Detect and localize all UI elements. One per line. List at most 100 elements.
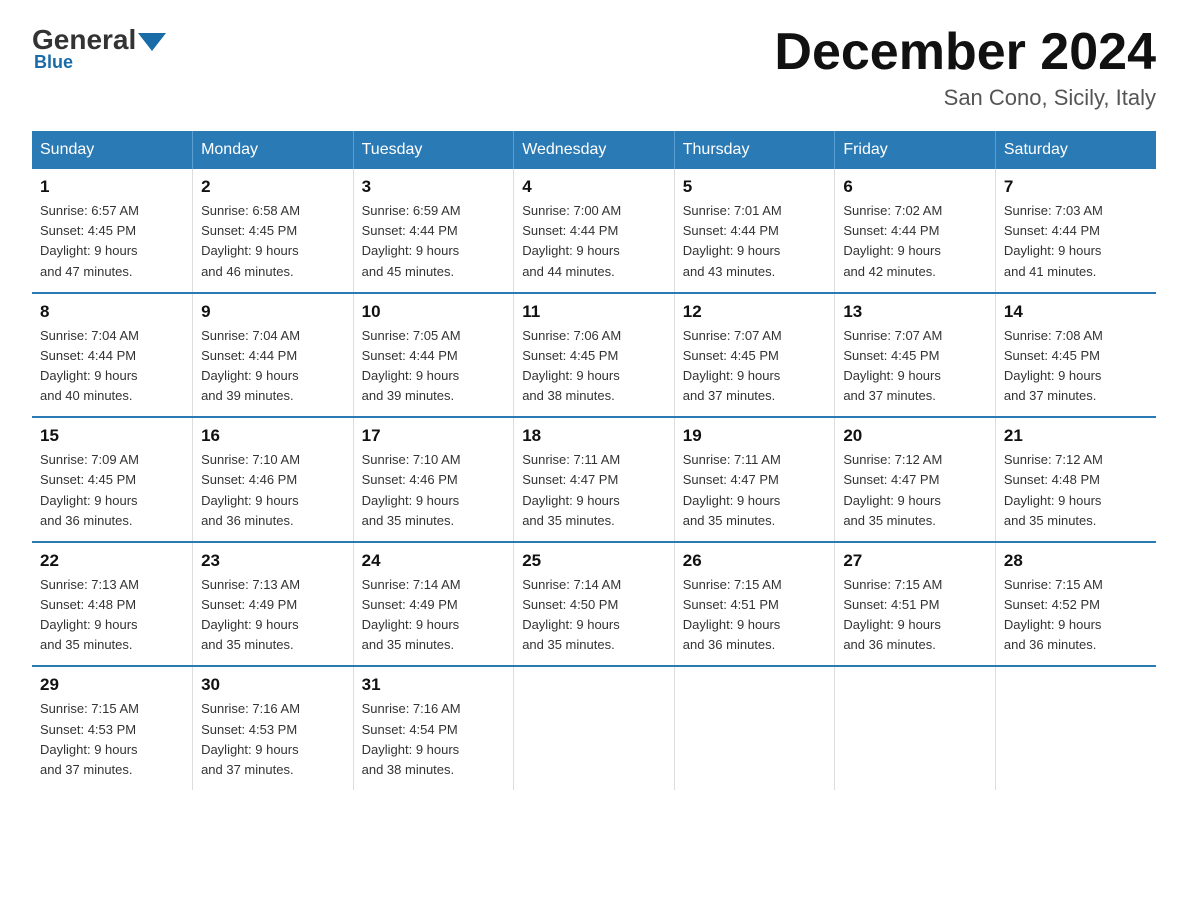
calendar-cell: 6 Sunrise: 7:02 AM Sunset: 4:44 PM Dayli…	[835, 169, 996, 293]
day-number: 22	[40, 551, 184, 571]
calendar-cell: 26 Sunrise: 7:15 AM Sunset: 4:51 PM Dayl…	[674, 542, 835, 667]
day-info: Sunrise: 7:16 AM Sunset: 4:54 PM Dayligh…	[362, 699, 506, 780]
day-number: 10	[362, 302, 506, 322]
calendar-cell: 11 Sunrise: 7:06 AM Sunset: 4:45 PM Dayl…	[514, 293, 675, 418]
day-number: 15	[40, 426, 184, 446]
day-number: 20	[843, 426, 987, 446]
calendar-cell: 21 Sunrise: 7:12 AM Sunset: 4:48 PM Dayl…	[995, 417, 1156, 542]
day-info: Sunrise: 7:08 AM Sunset: 4:45 PM Dayligh…	[1004, 326, 1148, 407]
weekday-header-sunday: Sunday	[32, 131, 193, 169]
day-number: 25	[522, 551, 666, 571]
day-number: 31	[362, 675, 506, 695]
weekday-header-wednesday: Wednesday	[514, 131, 675, 169]
day-number: 7	[1004, 177, 1148, 197]
day-number: 19	[683, 426, 827, 446]
calendar-cell: 16 Sunrise: 7:10 AM Sunset: 4:46 PM Dayl…	[193, 417, 354, 542]
day-info: Sunrise: 7:04 AM Sunset: 4:44 PM Dayligh…	[40, 326, 184, 407]
calendar-cell: 2 Sunrise: 6:58 AM Sunset: 4:45 PM Dayli…	[193, 169, 354, 293]
title-section: December 2024 San Cono, Sicily, Italy	[774, 24, 1156, 111]
day-info: Sunrise: 7:15 AM Sunset: 4:51 PM Dayligh…	[843, 575, 987, 656]
day-number: 12	[683, 302, 827, 322]
calendar-cell: 13 Sunrise: 7:07 AM Sunset: 4:45 PM Dayl…	[835, 293, 996, 418]
day-info: Sunrise: 6:59 AM Sunset: 4:44 PM Dayligh…	[362, 201, 506, 282]
day-number: 16	[201, 426, 345, 446]
calendar-cell: 31 Sunrise: 7:16 AM Sunset: 4:54 PM Dayl…	[353, 666, 514, 790]
calendar-cell: 1 Sunrise: 6:57 AM Sunset: 4:45 PM Dayli…	[32, 169, 193, 293]
day-number: 8	[40, 302, 184, 322]
day-number: 11	[522, 302, 666, 322]
calendar-body: 1 Sunrise: 6:57 AM Sunset: 4:45 PM Dayli…	[32, 169, 1156, 790]
day-number: 9	[201, 302, 345, 322]
day-info: Sunrise: 7:11 AM Sunset: 4:47 PM Dayligh…	[683, 450, 827, 531]
day-number: 2	[201, 177, 345, 197]
weekday-header-saturday: Saturday	[995, 131, 1156, 169]
calendar-cell: 5 Sunrise: 7:01 AM Sunset: 4:44 PM Dayli…	[674, 169, 835, 293]
calendar-week-row: 29 Sunrise: 7:15 AM Sunset: 4:53 PM Dayl…	[32, 666, 1156, 790]
calendar-week-row: 8 Sunrise: 7:04 AM Sunset: 4:44 PM Dayli…	[32, 293, 1156, 418]
day-number: 5	[683, 177, 827, 197]
day-info: Sunrise: 7:07 AM Sunset: 4:45 PM Dayligh…	[683, 326, 827, 407]
day-info: Sunrise: 7:06 AM Sunset: 4:45 PM Dayligh…	[522, 326, 666, 407]
calendar-cell: 25 Sunrise: 7:14 AM Sunset: 4:50 PM Dayl…	[514, 542, 675, 667]
day-info: Sunrise: 7:03 AM Sunset: 4:44 PM Dayligh…	[1004, 201, 1148, 282]
day-info: Sunrise: 7:14 AM Sunset: 4:49 PM Dayligh…	[362, 575, 506, 656]
calendar-cell: 4 Sunrise: 7:00 AM Sunset: 4:44 PM Dayli…	[514, 169, 675, 293]
day-number: 14	[1004, 302, 1148, 322]
calendar-cell: 22 Sunrise: 7:13 AM Sunset: 4:48 PM Dayl…	[32, 542, 193, 667]
calendar-cell	[514, 666, 675, 790]
day-number: 30	[201, 675, 345, 695]
calendar-cell: 18 Sunrise: 7:11 AM Sunset: 4:47 PM Dayl…	[514, 417, 675, 542]
day-number: 26	[683, 551, 827, 571]
day-number: 13	[843, 302, 987, 322]
calendar-cell: 17 Sunrise: 7:10 AM Sunset: 4:46 PM Dayl…	[353, 417, 514, 542]
day-number: 23	[201, 551, 345, 571]
day-number: 27	[843, 551, 987, 571]
calendar-cell: 14 Sunrise: 7:08 AM Sunset: 4:45 PM Dayl…	[995, 293, 1156, 418]
day-info: Sunrise: 7:11 AM Sunset: 4:47 PM Dayligh…	[522, 450, 666, 531]
day-number: 4	[522, 177, 666, 197]
calendar-cell: 10 Sunrise: 7:05 AM Sunset: 4:44 PM Dayl…	[353, 293, 514, 418]
calendar-cell: 12 Sunrise: 7:07 AM Sunset: 4:45 PM Dayl…	[674, 293, 835, 418]
calendar-cell	[674, 666, 835, 790]
day-number: 21	[1004, 426, 1148, 446]
day-info: Sunrise: 7:12 AM Sunset: 4:48 PM Dayligh…	[1004, 450, 1148, 531]
calendar-week-row: 22 Sunrise: 7:13 AM Sunset: 4:48 PM Dayl…	[32, 542, 1156, 667]
day-info: Sunrise: 7:01 AM Sunset: 4:44 PM Dayligh…	[683, 201, 827, 282]
day-info: Sunrise: 6:57 AM Sunset: 4:45 PM Dayligh…	[40, 201, 184, 282]
day-info: Sunrise: 7:07 AM Sunset: 4:45 PM Dayligh…	[843, 326, 987, 407]
logo: General Blue	[32, 24, 168, 73]
day-info: Sunrise: 7:15 AM Sunset: 4:53 PM Dayligh…	[40, 699, 184, 780]
month-title: December 2024	[774, 24, 1156, 81]
page-header: General Blue December 2024 San Cono, Sic…	[32, 24, 1156, 111]
day-info: Sunrise: 7:02 AM Sunset: 4:44 PM Dayligh…	[843, 201, 987, 282]
logo-arrow-icon	[138, 33, 166, 51]
calendar-cell	[995, 666, 1156, 790]
calendar-cell: 9 Sunrise: 7:04 AM Sunset: 4:44 PM Dayli…	[193, 293, 354, 418]
day-info: Sunrise: 7:05 AM Sunset: 4:44 PM Dayligh…	[362, 326, 506, 407]
day-number: 29	[40, 675, 184, 695]
day-number: 6	[843, 177, 987, 197]
day-info: Sunrise: 7:15 AM Sunset: 4:51 PM Dayligh…	[683, 575, 827, 656]
day-info: Sunrise: 7:13 AM Sunset: 4:48 PM Dayligh…	[40, 575, 184, 656]
calendar-cell: 3 Sunrise: 6:59 AM Sunset: 4:44 PM Dayli…	[353, 169, 514, 293]
calendar-table: SundayMondayTuesdayWednesdayThursdayFrid…	[32, 131, 1156, 790]
day-number: 3	[362, 177, 506, 197]
calendar-cell: 19 Sunrise: 7:11 AM Sunset: 4:47 PM Dayl…	[674, 417, 835, 542]
calendar-cell: 27 Sunrise: 7:15 AM Sunset: 4:51 PM Dayl…	[835, 542, 996, 667]
calendar-week-row: 15 Sunrise: 7:09 AM Sunset: 4:45 PM Dayl…	[32, 417, 1156, 542]
weekday-header-row: SundayMondayTuesdayWednesdayThursdayFrid…	[32, 131, 1156, 169]
calendar-cell: 29 Sunrise: 7:15 AM Sunset: 4:53 PM Dayl…	[32, 666, 193, 790]
calendar-header: SundayMondayTuesdayWednesdayThursdayFrid…	[32, 131, 1156, 169]
weekday-header-friday: Friday	[835, 131, 996, 169]
day-number: 28	[1004, 551, 1148, 571]
calendar-cell: 30 Sunrise: 7:16 AM Sunset: 4:53 PM Dayl…	[193, 666, 354, 790]
day-info: Sunrise: 7:13 AM Sunset: 4:49 PM Dayligh…	[201, 575, 345, 656]
calendar-week-row: 1 Sunrise: 6:57 AM Sunset: 4:45 PM Dayli…	[32, 169, 1156, 293]
day-info: Sunrise: 7:10 AM Sunset: 4:46 PM Dayligh…	[201, 450, 345, 531]
day-info: Sunrise: 6:58 AM Sunset: 4:45 PM Dayligh…	[201, 201, 345, 282]
calendar-cell: 23 Sunrise: 7:13 AM Sunset: 4:49 PM Dayl…	[193, 542, 354, 667]
day-number: 1	[40, 177, 184, 197]
calendar-cell: 15 Sunrise: 7:09 AM Sunset: 4:45 PM Dayl…	[32, 417, 193, 542]
day-info: Sunrise: 7:12 AM Sunset: 4:47 PM Dayligh…	[843, 450, 987, 531]
day-info: Sunrise: 7:16 AM Sunset: 4:53 PM Dayligh…	[201, 699, 345, 780]
